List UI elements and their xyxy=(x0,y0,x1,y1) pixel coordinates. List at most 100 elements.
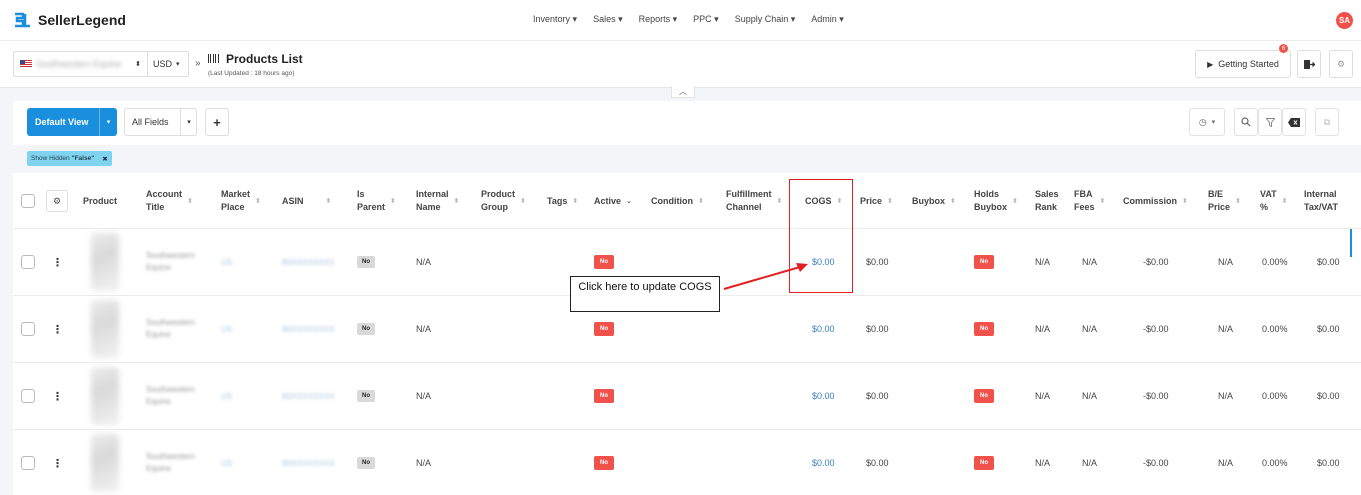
col-sales-rank[interactable]: Sales Rank xyxy=(1035,173,1059,229)
col-tags[interactable]: Tags ⬍ xyxy=(547,173,578,229)
app-logo[interactable]: SellerLegend xyxy=(12,10,126,30)
us-flag-icon xyxy=(20,60,32,68)
close-icon[interactable]: ✖ xyxy=(102,155,107,163)
product-image-cell xyxy=(91,229,119,295)
cogs-link: $0.00 xyxy=(812,391,835,401)
is-parent-badge: No xyxy=(357,457,375,469)
holds-buybox-cell: No xyxy=(974,296,994,362)
col-account-title[interactable]: Account Title ⬍ xyxy=(146,173,193,229)
row-checkbox[interactable] xyxy=(21,456,35,470)
nav-sales[interactable]: Sales ▾ xyxy=(593,14,623,25)
row-actions-cell: ⋮ xyxy=(52,296,63,362)
cogs-cell[interactable]: $0.00 xyxy=(812,296,835,362)
app-name: SellerLegend xyxy=(38,12,126,28)
product-image[interactable] xyxy=(91,434,119,492)
active-filters-bar: Show Hidden "False" ✖ xyxy=(13,145,1361,173)
add-view-button[interactable]: + xyxy=(205,108,229,136)
col-internal-name[interactable]: Internal Name ⬍ xyxy=(416,173,459,229)
asin-cell[interactable]: B0XXXXXXXX xyxy=(282,296,334,362)
filter-button[interactable] xyxy=(1258,108,1282,136)
account-1-value: Southwestern xyxy=(146,318,195,327)
user-avatar[interactable]: SA xyxy=(1336,12,1353,29)
currency-select[interactable]: USD ▾ xyxy=(147,51,189,77)
product-image[interactable] xyxy=(91,367,119,425)
commission-cell: -$0.00 xyxy=(1143,363,1169,429)
column-settings-button[interactable]: ⚙ xyxy=(46,190,68,212)
more-vertical-icon[interactable]: ⋮ xyxy=(52,390,63,403)
more-vertical-icon[interactable]: ⋮ xyxy=(52,323,63,336)
asin-cell[interactable]: B0XXXXXXXX xyxy=(282,229,334,295)
col-product-group[interactable]: Product Group ⬍ xyxy=(481,173,526,229)
col-commission[interactable]: Commission ⬍ xyxy=(1123,173,1188,229)
account-title-cell: Southwestern Equine xyxy=(146,296,195,362)
collapse-header-toggle[interactable]: ︿ xyxy=(671,86,695,98)
breadcrumb-separator: » xyxy=(195,58,201,69)
view-dropdown-toggle[interactable]: ▾ xyxy=(99,108,117,136)
col-be-price[interactable]: B/E Price ⬍ xyxy=(1208,173,1241,229)
cogs-cell[interactable]: $0.00 xyxy=(812,363,835,429)
getting-started-button[interactable]: ▶ Getting Started xyxy=(1195,50,1291,78)
export-button[interactable] xyxy=(1297,50,1321,78)
nav-admin[interactable]: Admin ▾ xyxy=(811,14,844,25)
cogs-cell[interactable]: $0.00 xyxy=(812,430,835,495)
internal-name-cell[interactable]: N/A xyxy=(416,363,431,429)
commission-value: -$0.00 xyxy=(1143,458,1169,468)
more-vertical-icon[interactable]: ⋮ xyxy=(52,457,63,470)
copy-button[interactable]: ⧉ xyxy=(1315,108,1339,136)
main-nav: Inventory ▾ Sales ▾ Reports ▾ PPC ▾ Supp… xyxy=(533,14,844,25)
asin-cell[interactable]: B0XXXXXXXX xyxy=(282,430,334,495)
internal-name-cell[interactable]: N/A xyxy=(416,430,431,495)
more-vertical-icon[interactable]: ⋮ xyxy=(52,256,63,269)
asin-cell[interactable]: B0XXXXXXXX xyxy=(282,363,334,429)
market-value: US xyxy=(221,257,233,267)
col-holds-buybox[interactable]: Holds Buybox ⬍ xyxy=(974,173,1018,229)
market-value: US xyxy=(221,391,233,401)
col-active[interactable]: Active ⌄ xyxy=(594,173,632,229)
table-row[interactable]: ⋮ Southwestern Equine US B0XXXXXXXX No N/… xyxy=(13,430,1361,495)
gear-icon: ⚙ xyxy=(1336,58,1346,69)
fba-fees-value: N/A xyxy=(1082,257,1098,267)
clear-filters-button[interactable] xyxy=(1282,108,1306,136)
default-view-button[interactable]: Default View ▾ xyxy=(27,108,117,136)
col-market-place[interactable]: Market Place ⬍ xyxy=(221,173,261,229)
all-fields-button[interactable]: All Fields ▾ xyxy=(124,108,197,136)
col-asin[interactable]: ASIN ⬍ xyxy=(282,173,331,229)
sort-icon: ⬍ xyxy=(776,197,783,205)
col-condition[interactable]: Condition ⬍ xyxy=(651,173,704,229)
settings-button[interactable]: ⚙ xyxy=(1329,50,1353,78)
account-1-value: Southwestern xyxy=(146,385,195,394)
col-price[interactable]: Price ⬍ xyxy=(860,173,893,229)
table-row[interactable]: ⋮ Southwestern Equine US B0XXXXXXXX No N/… xyxy=(13,363,1361,430)
store-select[interactable]: Southwestern Equine ⬍ xyxy=(13,51,148,77)
col-vat[interactable]: VAT% ⬍ xyxy=(1260,173,1288,229)
select-all-checkbox[interactable] xyxy=(21,194,35,208)
col-fulfillment-channel[interactable]: Fulfillment Channel ⬍ xyxy=(726,173,782,229)
row-checkbox[interactable] xyxy=(21,255,35,269)
be-price-cell: N/A xyxy=(1218,296,1233,362)
col-internal-tax[interactable]: Internal Tax/VAT xyxy=(1304,173,1338,229)
col-is-parent[interactable]: Is Parent ⬍ xyxy=(357,173,396,229)
col-product[interactable]: Product xyxy=(83,173,117,229)
search-icon xyxy=(1241,117,1251,127)
sort-icon: ⬍ xyxy=(453,197,460,205)
annotation-arrow-icon xyxy=(723,263,808,290)
row-checkbox[interactable] xyxy=(21,389,35,403)
col-buybox[interactable]: Buybox ⬍ xyxy=(912,173,956,229)
product-image[interactable] xyxy=(91,300,119,358)
is-parent-cell: No xyxy=(357,430,375,495)
product-image[interactable] xyxy=(91,233,119,291)
col-fba-fees[interactable]: FBA Fees ⬍ xyxy=(1074,173,1105,229)
fields-dropdown-toggle[interactable]: ▾ xyxy=(180,109,197,135)
filter-chip-show-hidden[interactable]: Show Hidden "False" ✖ xyxy=(27,151,112,166)
nav-ppc[interactable]: PPC ▾ xyxy=(693,14,719,25)
internal-name-cell[interactable]: N/A xyxy=(416,229,431,295)
search-button[interactable] xyxy=(1234,108,1258,136)
nav-supply-chain[interactable]: Supply Chain ▾ xyxy=(735,14,796,25)
internal-name-cell[interactable]: N/A xyxy=(416,296,431,362)
price-value: $0.00 xyxy=(866,257,889,267)
internal-tax-cell: $0.00 xyxy=(1317,430,1340,495)
row-checkbox[interactable] xyxy=(21,322,35,336)
clock-dropdown-button[interactable]: ◷ ▾ xyxy=(1189,108,1225,136)
nav-inventory[interactable]: Inventory ▾ xyxy=(533,14,577,25)
nav-reports[interactable]: Reports ▾ xyxy=(639,14,678,25)
